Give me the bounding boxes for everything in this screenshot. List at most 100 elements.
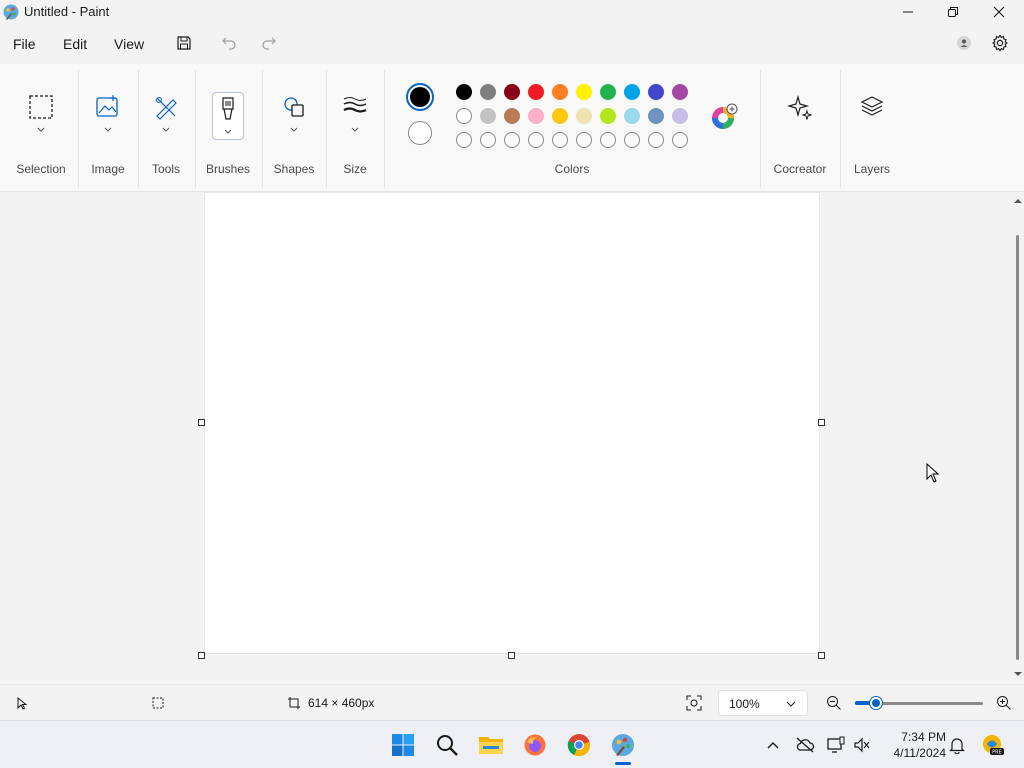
custom-color-slot[interactable] [480,132,496,148]
color-swatch[interactable] [624,84,640,100]
layers-label: Layers [853,162,891,176]
color-swatch[interactable] [480,84,496,100]
color-swatch[interactable] [456,84,472,100]
custom-color-slot[interactable] [672,132,688,148]
drawing-canvas[interactable] [205,193,819,653]
paint-taskbar-button[interactable] [609,731,637,759]
tools-group[interactable]: Tools [140,64,192,192]
custom-color-slot[interactable] [456,132,472,148]
account-button[interactable] [953,32,975,54]
save-button[interactable] [173,32,195,54]
fit-to-window-icon[interactable] [686,695,702,711]
chevron-down-icon [351,127,359,132]
search-button[interactable] [433,731,461,759]
color-swatch[interactable] [672,84,688,100]
copilot-preview-button[interactable]: PRE [981,735,1005,756]
image-group[interactable]: Image [80,64,136,192]
chevron-down-icon [290,127,298,132]
shapes-group[interactable]: Shapes [264,64,324,192]
brushes-group[interactable]: Brushes [198,64,258,192]
custom-color-slot[interactable] [504,132,520,148]
color-swatch[interactable] [480,108,496,124]
custom-color-slot[interactable] [624,132,640,148]
color-swatch[interactable] [456,108,472,124]
resize-handle-left[interactable] [198,419,205,426]
chrome-button[interactable] [565,731,593,759]
chevron-down-icon [786,701,796,707]
colors-group: Colors [386,64,758,192]
custom-color-slot[interactable] [528,132,544,148]
gear-icon [992,34,1008,52]
show-hidden-icons-button[interactable] [763,735,783,755]
resize-handle-bottom-right[interactable] [818,652,825,659]
bell-icon [949,738,965,754]
custom-color-slot[interactable] [552,132,568,148]
pointer-icon [17,696,28,710]
resize-handle-bottom[interactable] [508,652,515,659]
shapes-icon [279,92,309,122]
secondary-color-button[interactable] [408,121,432,145]
undo-button[interactable] [218,32,240,54]
resize-handle-right[interactable] [818,419,825,426]
zoom-in-icon[interactable] [996,695,1012,711]
scroll-up-icon[interactable] [1012,197,1024,205]
edit-colors-button[interactable] [709,102,739,132]
minimize-button[interactable] [885,0,931,24]
zoom-out-icon[interactable] [826,695,842,711]
color-swatch[interactable] [624,108,640,124]
menu-view[interactable]: View [114,36,144,52]
settings-button[interactable] [989,32,1011,54]
color-swatch[interactable] [672,108,688,124]
color-swatch[interactable] [504,84,520,100]
brush-selected-box[interactable] [212,92,244,140]
clock[interactable]: 7:34 PM 4/11/2024 [880,729,947,761]
color-swatch[interactable] [576,108,592,124]
firefox-icon [524,734,546,756]
scroll-down-icon[interactable] [1012,670,1024,678]
mouse-cursor-icon [926,463,940,483]
color-swatch[interactable] [552,84,568,100]
color-swatch[interactable] [528,108,544,124]
zoom-slider-knob[interactable] [870,697,882,709]
color-swatch[interactable] [600,84,616,100]
resize-handle-bottom-left[interactable] [198,652,205,659]
selection-label: Selection [16,162,66,176]
window-title: Untitled - Paint [24,4,110,19]
firefox-button[interactable] [521,731,549,759]
windows-start-button[interactable] [389,731,417,759]
close-button[interactable] [976,0,1022,24]
selection-icon [26,92,56,122]
redo-button[interactable] [258,32,280,54]
shapes-label: Shapes [273,162,315,176]
color-swatch[interactable] [600,108,616,124]
volume-button[interactable] [852,735,872,755]
selection-size-icon [152,697,164,709]
onedrive-button[interactable] [795,735,815,755]
custom-color-slot[interactable] [648,132,664,148]
custom-color-slot[interactable] [576,132,592,148]
color-swatch[interactable] [648,84,664,100]
color-swatch[interactable] [648,108,664,124]
notifications-button[interactable] [947,735,967,755]
vertical-scrollbar[interactable] [1012,193,1024,680]
network-button[interactable] [826,735,846,755]
zoom-dropdown[interactable]: 100% [718,690,808,716]
custom-color-slot[interactable] [600,132,616,148]
scrollbar-thumb[interactable] [1016,235,1019,660]
chevron-down-icon [224,129,232,134]
menu-edit[interactable]: Edit [63,36,87,52]
primary-color-button[interactable] [406,83,434,111]
color-swatch[interactable] [576,84,592,100]
clock-time: 7:34 PM [901,730,946,744]
menu-file[interactable]: File [13,36,36,52]
cocreator-group[interactable]: Cocreator [762,64,838,192]
color-swatch[interactable] [504,108,520,124]
file-explorer-button[interactable] [477,731,505,759]
restore-button[interactable] [930,0,976,24]
size-group[interactable]: Size [328,64,382,192]
selection-group[interactable]: Selection [4,64,78,192]
tools-label: Tools [151,162,180,176]
color-swatch[interactable] [552,108,568,124]
color-swatch[interactable] [528,84,544,100]
layers-group[interactable]: Layers [842,64,902,192]
